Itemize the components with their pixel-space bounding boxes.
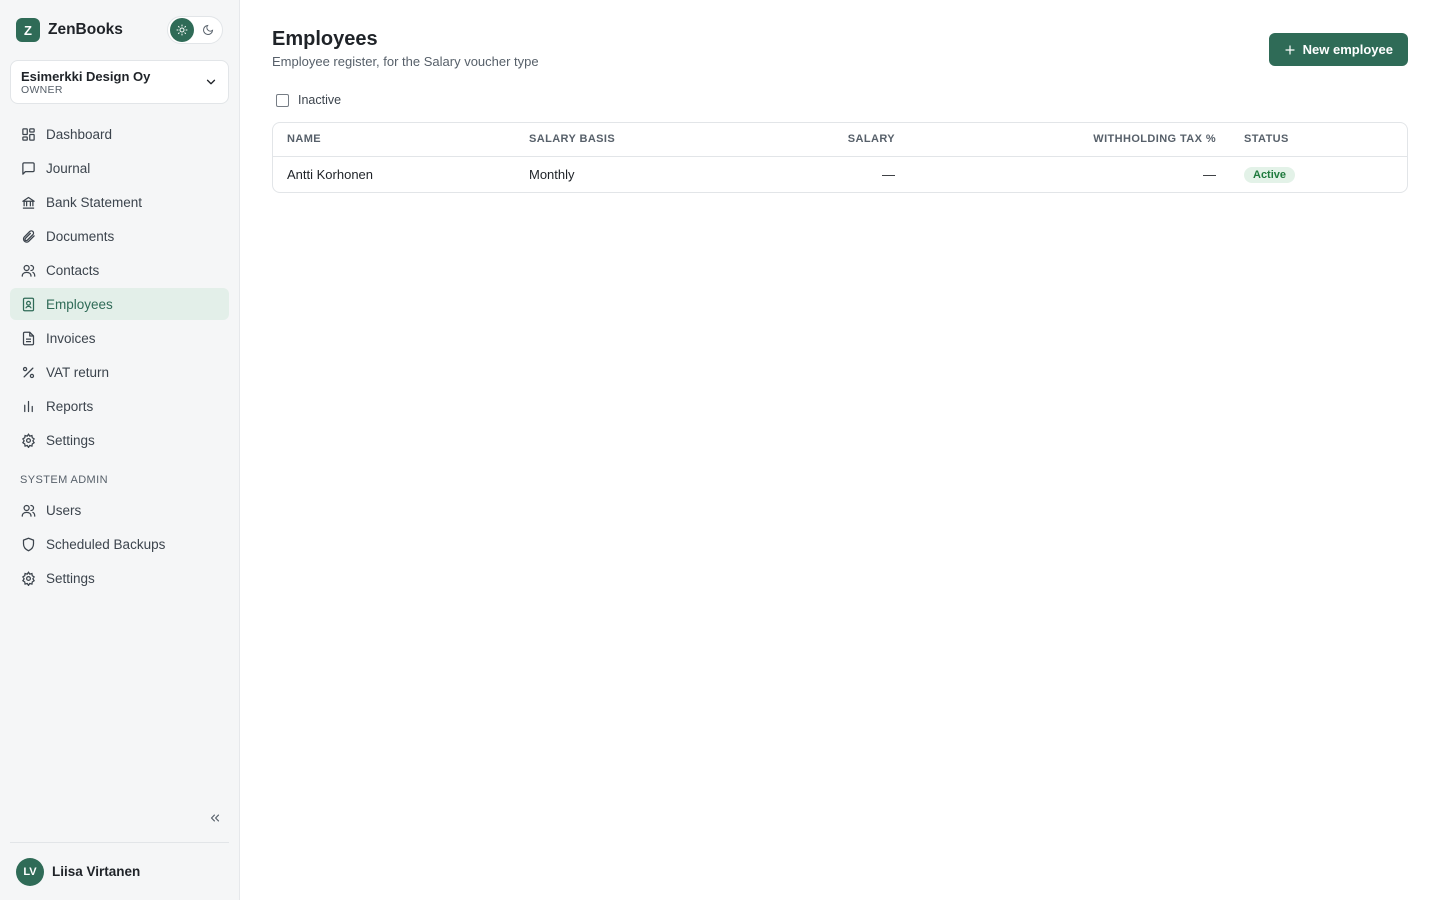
percent-icon [20,364,36,380]
nav-item-label: Scheduled Backups [46,536,166,552]
theme-toggle[interactable] [167,16,223,44]
moon-icon [203,24,214,35]
inactive-filter: Inactive [272,90,1408,110]
main-content: Employees Employee register, for the Sal… [240,0,1440,900]
nav-item-label: Documents [46,228,115,244]
app-root: Z ZenBooks Esimerkki Design Oy OWNER Das… [0,0,1440,900]
table-header-row: NAME SALARY BASIS SALARY WITHHOLDING TAX… [273,123,1407,157]
nav-item-users[interactable]: Users [10,494,229,526]
page-title: Employees [272,28,378,50]
plus-icon [1285,44,1295,55]
new-employee-label: New employee [1302,42,1393,57]
cell-withholding-tax: — [1203,166,1216,182]
bank-icon [20,194,36,210]
nav-item-admin-settings[interactable]: Settings [10,562,229,594]
status-badge: Active [1244,166,1296,183]
inactive-filter-label: Inactive [298,93,342,107]
nav-item-scheduled-backups[interactable]: Scheduled Backups [10,528,229,560]
sidebar: Z ZenBooks Esimerkki Design Oy OWNER Das… [0,0,240,900]
nav-item-contacts[interactable]: Contacts [10,254,229,286]
organization-role: OWNER [21,83,63,96]
message-square-icon [20,160,36,176]
avatar: LV [16,857,44,886]
cell-status: Active [1230,156,1407,192]
employees-table-grid: NAME SALARY BASIS SALARY WITHHOLDING TAX… [273,123,1407,192]
header-name[interactable]: NAME [273,123,515,157]
file-icon [20,330,36,346]
new-employee-button[interactable]: New employee [1268,33,1408,66]
bar-chart-icon [20,398,36,414]
nav-item-bank-statement[interactable]: Bank Statement [10,186,229,218]
sun-icon [176,24,188,36]
table-header: NAME SALARY BASIS SALARY WITHHOLDING TAX… [273,123,1407,157]
nav-item-label: Employees [46,296,113,312]
header-status[interactable]: STATUS [1230,123,1407,157]
inactive-checkbox[interactable] [276,93,289,107]
nav-item-settings[interactable]: Settings [10,424,229,456]
nav-item-label: Contacts [46,262,100,278]
users-icon [20,502,36,518]
nav-item-label: Settings [46,570,95,586]
users-icon [20,262,36,278]
nav-item-label: Settings [46,432,95,448]
nav-item-label: Dashboard [46,126,113,142]
page-subtitle: Employee register, for the Salary vouche… [272,54,539,69]
shield-icon [20,536,36,552]
nav-item-invoices[interactable]: Invoices [10,322,229,354]
nav-item-journal[interactable]: Journal [10,152,229,184]
employees-table: NAME SALARY BASIS SALARY WITHHOLDING TAX… [272,122,1408,193]
organization-name: Esimerkki Design Oy [21,68,151,84]
cell-name: Antti Korhonen [287,166,374,182]
paperclip-icon [20,228,36,244]
header-withholding-tax[interactable]: WITHHOLDING TAX % [909,123,1230,157]
table-body: Antti Korhonen Monthly — — Active [273,156,1407,192]
nav-item-employees[interactable]: Employees [10,288,229,320]
cell-salary-basis: Monthly [529,166,575,182]
admin-nav: Users Scheduled Backups Settings [10,494,229,596]
gear-icon [20,432,36,448]
main-nav: Dashboard Journal Bank Statement Documen… [10,118,229,458]
nav-item-label: Journal [46,160,91,176]
nav-item-vat-return[interactable]: VAT return [10,356,229,388]
nav-item-reports[interactable]: Reports [10,390,229,422]
chevrons-left-icon [210,814,220,822]
grid-icon [20,126,36,142]
chevron-down-icon [206,79,216,85]
brand: Z ZenBooks [10,0,229,60]
nav-item-documents[interactable]: Documents [10,220,229,252]
light-theme-option[interactable] [170,18,194,42]
nav-item-label: Bank Statement [46,194,143,210]
system-admin-label: SYSTEM ADMIN [20,474,108,486]
collapse-sidebar-button[interactable] [207,810,223,826]
table-row[interactable]: Antti Korhonen Monthly — — Active [273,156,1407,192]
brand-logo: Z [16,18,40,42]
organization-switcher[interactable]: Esimerkki Design Oy OWNER [10,60,229,104]
badge-user-icon [20,296,36,312]
dark-theme-option[interactable] [196,18,220,42]
brand-name: ZenBooks [48,21,123,38]
nav-item-label: Invoices [46,330,96,346]
nav-item-dashboard[interactable]: Dashboard [10,118,229,150]
nav-item-label: VAT return [46,364,110,380]
organization-text: Esimerkki Design Oy OWNER [21,69,204,96]
gear-icon [20,570,36,586]
cell-salary: — [882,166,895,182]
nav-item-label: Reports [46,398,94,414]
header-salary-basis[interactable]: SALARY BASIS [515,123,715,157]
header-salary[interactable]: SALARY [715,123,909,157]
nav-item-label: Users [46,502,82,518]
user-name: Liisa Virtanen [52,864,141,879]
user-menu[interactable]: LV Liisa Virtanen [10,842,229,900]
